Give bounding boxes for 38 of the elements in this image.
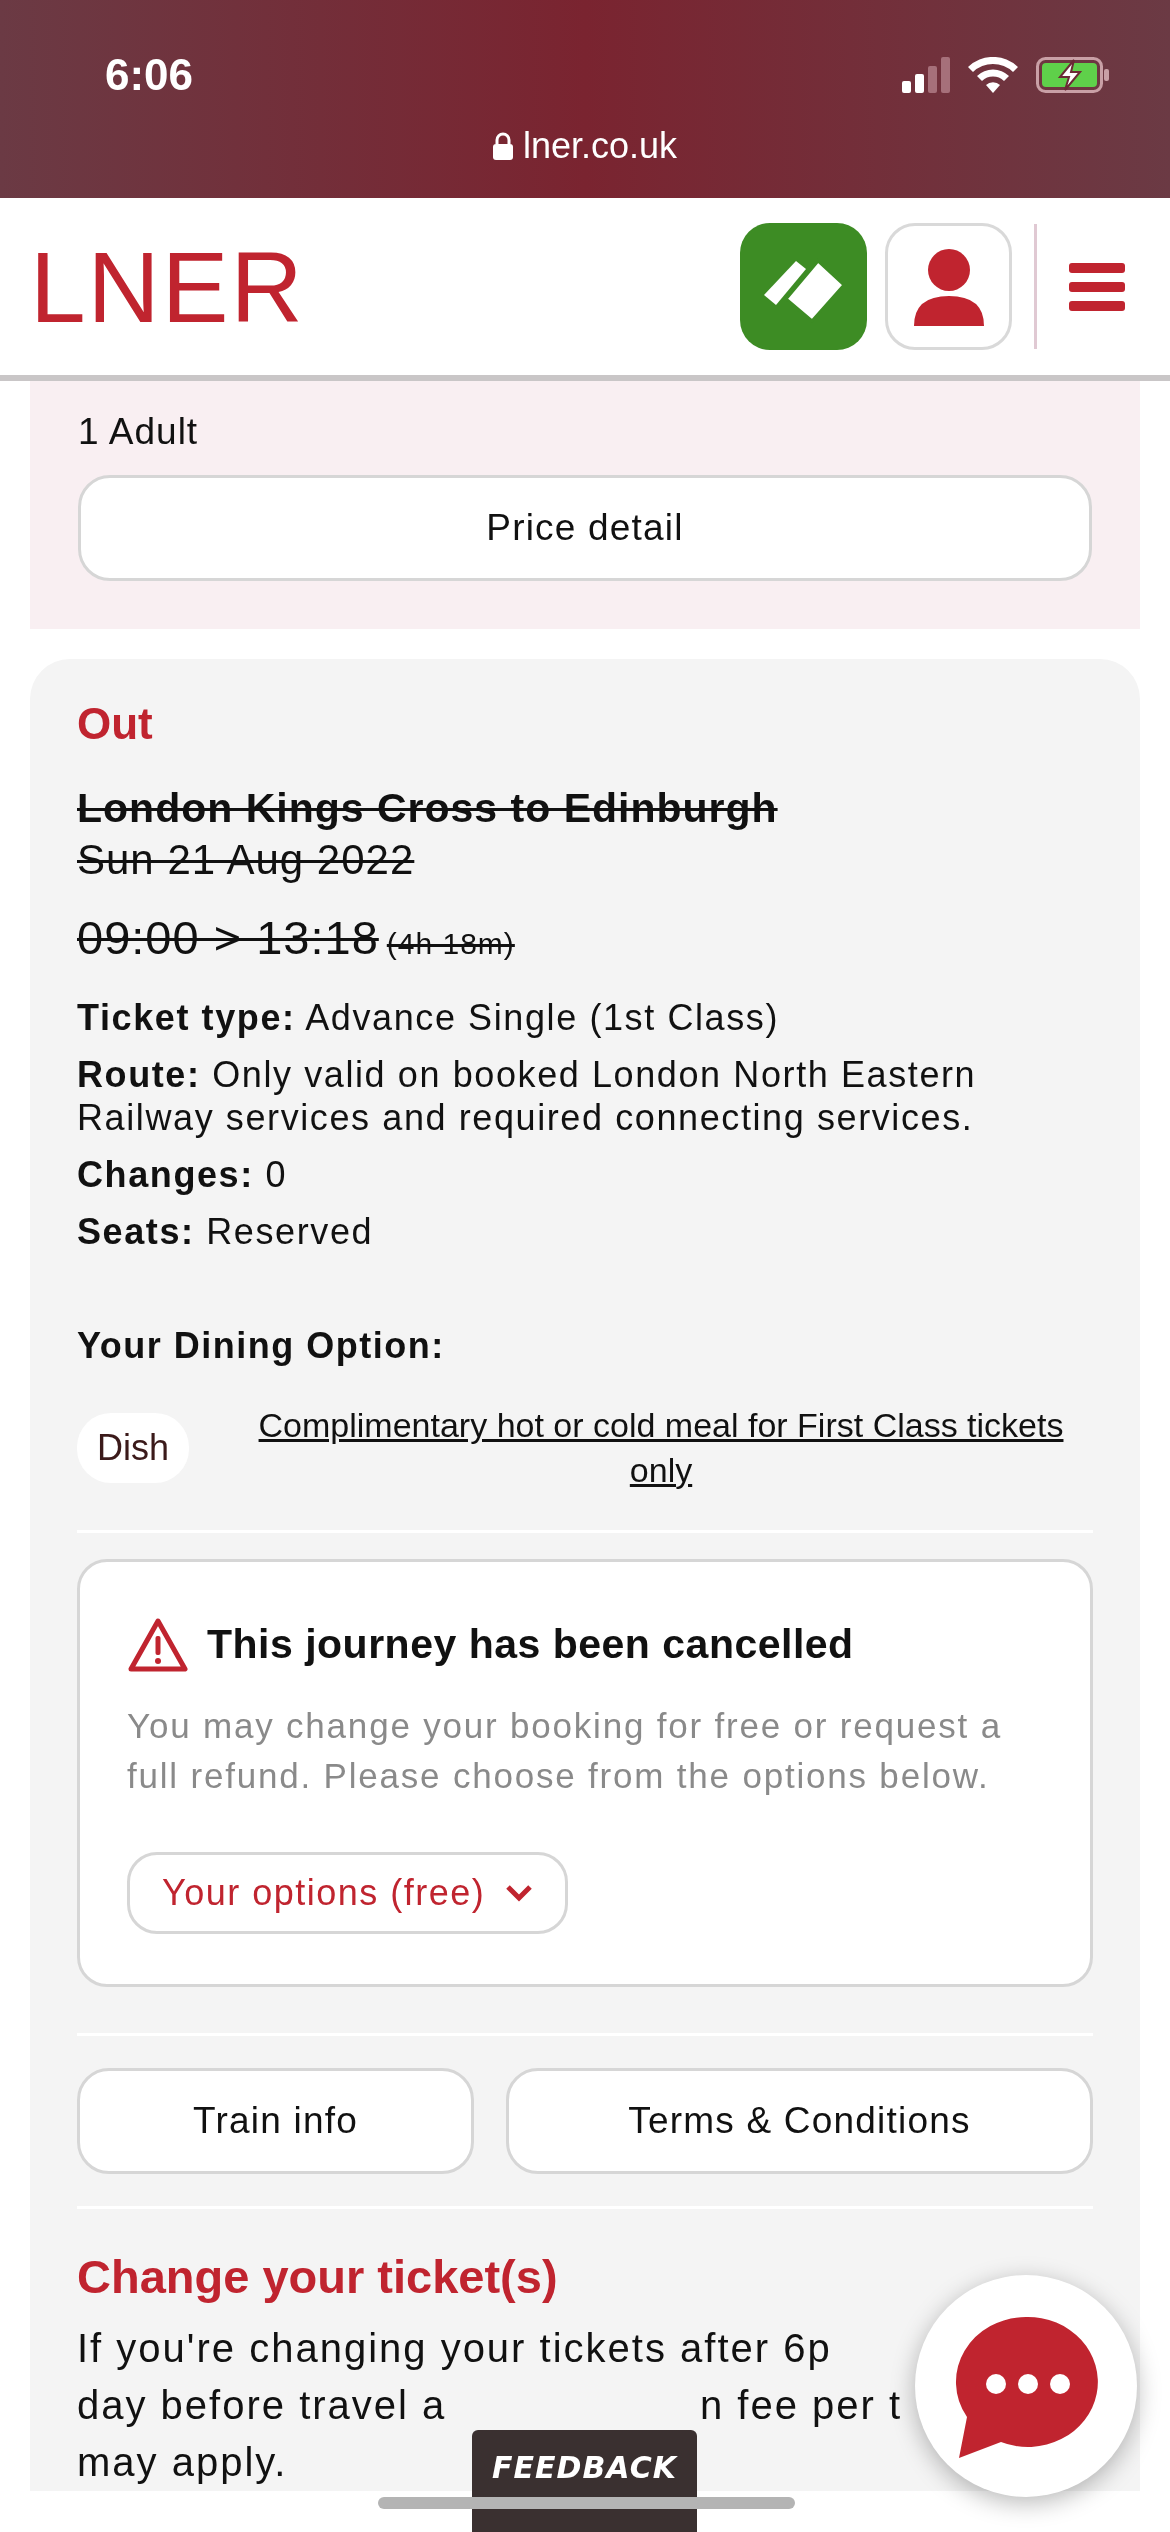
paragraph-text: n fee per t [700,2382,903,2430]
signal-icon [902,57,950,93]
travel-date: Sun 21 Aug 2022 [77,835,416,886]
wifi-icon [968,57,1018,93]
options-dropdown[interactable]: Your options (free) [127,1852,569,1935]
section-heading: Change your ticket(s) [77,2249,559,2305]
menu-button[interactable] [1069,262,1125,311]
account-button[interactable] [885,223,1012,350]
ticket-detail: Ticket type: Advance Single (1st Class) [77,995,781,1039]
dining-heading: Your Dining Option: [77,1325,446,1368]
alert-message: You may change your booking for free or request a full refund. Please choose from the options below. [127,1704,1003,1797]
tickets-button[interactable] [740,223,867,350]
paragraph-text: may apply. [77,2439,288,2487]
passenger-count: 1 Adult [78,411,200,453]
paragraph-text: day before travel a [77,2382,447,2430]
price-detail-button[interactable]: Price detail [78,475,1092,581]
paragraph-text: If you're changing your tickets after 6p [77,2325,832,2373]
journey-times: 09:00 > 13:18 [77,909,379,966]
action-button[interactable]: Train info [77,2068,474,2175]
ticket-detail: Seats: Reserved [77,1210,375,1254]
ticket-detail: Route: Only valid on booked London North Eastern Railway services and required connecting services. [77,1052,978,1140]
warning-icon [127,1616,189,1673]
status-time: 6:06 [105,50,194,100]
ticket-detail: Changes: 0 [77,1153,289,1197]
person-icon [911,247,986,326]
lock-icon [492,132,513,160]
logo[interactable]: LNER [30,236,305,337]
dining-chip: Dish [77,1412,190,1483]
chevron-icon [505,1884,534,1903]
journey-duration: (4h 18m) [386,925,515,962]
menu-icon [1069,262,1125,311]
direction-heading: Out [77,699,154,749]
url-text[interactable]: lner.co.uk [522,125,678,167]
route-title: London Kings Cross to Edinburgh [77,784,779,833]
alert-title: This journey has been cancelled [207,1621,854,1669]
action-button[interactable]: Terms & Conditions [506,2068,1093,2175]
battery-icon [1036,57,1110,93]
dining-link[interactable]: Complimentary hot or cold meal for First Class tickets only [229,1403,1093,1492]
